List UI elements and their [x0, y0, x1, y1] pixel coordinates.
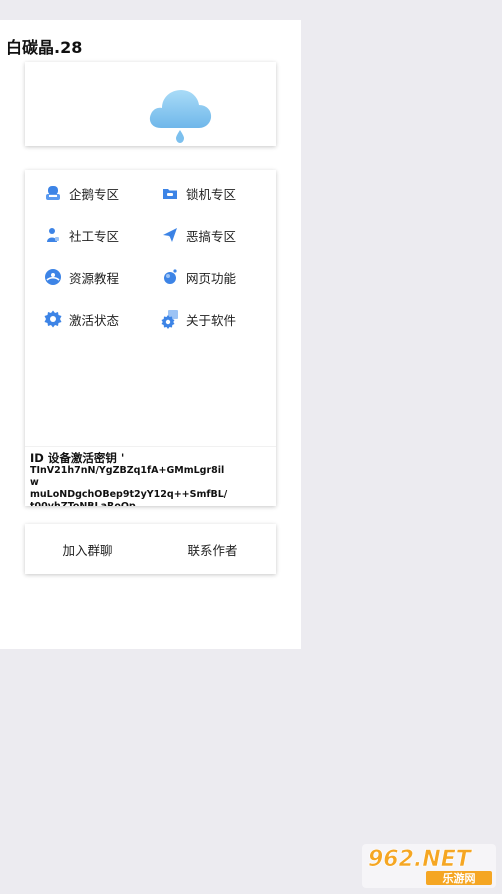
menu-item-about[interactable]: 关于软件	[160, 307, 236, 331]
activation-key-panel: ID 设备激活密钥 ' TInV21h7nN/YgZBZq1fA+GMmLgr8…	[25, 446, 276, 506]
app-screen: 白碳晶.28 企鹅专区 锁机专区 社工专区 恶搞专区 资源教程 网页功能 激活状…	[0, 20, 301, 649]
folder-lock-icon	[163, 189, 177, 199]
menu-item-label: 社工专区	[69, 228, 120, 244]
menu-item-label: 激活状态	[69, 312, 120, 328]
site-watermark-logo: 962.NET 乐游网	[362, 844, 496, 888]
menu-item-label: 恶搞专区	[186, 228, 237, 244]
menu-item-label: 锁机专区	[186, 186, 237, 202]
paper-plane-icon	[163, 228, 177, 242]
resource-globe-icon	[45, 269, 61, 285]
menu-item-activation[interactable]: 激活状态	[43, 307, 119, 331]
menu-item-web[interactable]: 网页功能	[160, 265, 236, 289]
app-title: 白碳晶.28	[6, 38, 83, 57]
qq-icon	[46, 186, 60, 200]
menu-item-label: 企鹅专区	[69, 186, 120, 202]
gear-info-icon	[161, 310, 178, 329]
join-group-button[interactable]: 加入群聊	[25, 524, 150, 574]
activation-key-title: ID 设备激活密钥 '	[30, 451, 125, 465]
menu-item-lock[interactable]: 锁机专区	[160, 181, 236, 205]
hero-banner	[25, 62, 276, 146]
menu-item-resources[interactable]: 资源教程	[43, 265, 119, 289]
person-icon	[47, 228, 59, 242]
activation-key-value[interactable]: TInV21h7nN/YgZBZq1fA+GMmLgr8ilw muLoNDgc…	[30, 465, 230, 506]
watermark-subtitle-text: 乐游网	[443, 871, 476, 885]
menu-item-prank[interactable]: 恶搞专区	[160, 223, 236, 247]
cloud-icon	[149, 90, 212, 143]
contact-author-button[interactable]: 联系作者	[150, 524, 275, 574]
web-orb-icon	[164, 269, 177, 284]
menu-item-social[interactable]: 社工专区	[43, 223, 119, 247]
menu-item-label: 关于软件	[186, 312, 237, 328]
watermark-brand-text: 962.NET	[368, 847, 473, 872]
menu-grid: 企鹅专区 锁机专区 社工专区 恶搞专区 资源教程 网页功能 激活状态 关于软件 …	[25, 170, 276, 506]
menu-item-qq[interactable]: 企鹅专区	[43, 181, 119, 205]
bottom-actions: 加入群聊 联系作者	[25, 524, 276, 574]
menu-item-label: 资源教程	[69, 270, 120, 286]
menu-item-label: 网页功能	[186, 270, 237, 286]
gear-icon	[44, 310, 62, 328]
